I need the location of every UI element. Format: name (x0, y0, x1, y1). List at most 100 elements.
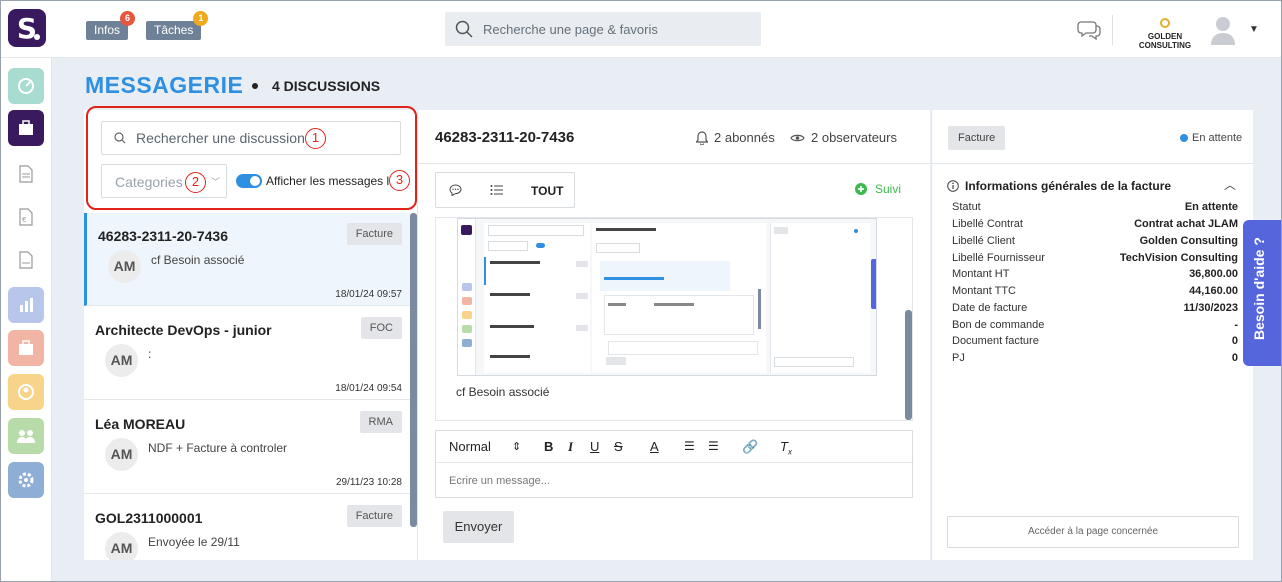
sidebar-settings[interactable] (8, 462, 44, 498)
message-caption: cf Besoin associé (456, 385, 550, 399)
discussion-date: 18/01/24 09:57 (335, 289, 402, 300)
team-icon (17, 430, 35, 443)
discussion-preview: NDF + Facture à controler (148, 441, 288, 455)
info-key: Montant TTC (952, 285, 1016, 297)
help-label: Besoin d'aide ? (1251, 237, 1267, 340)
pdf-icon (19, 251, 33, 269)
app-logo[interactable]: S (8, 9, 46, 47)
bold-icon[interactable]: B (544, 439, 553, 454)
strikethrough-icon[interactable]: S (614, 439, 623, 454)
gear-icon (18, 472, 34, 488)
sidebar-contract[interactable]: € (14, 205, 38, 229)
discussion-tag: Facture (346, 505, 402, 527)
editor-toolbar: Normal ⇕ B I U S A ☰ ☰ 🔗 Tx (436, 431, 914, 463)
info-value: Contrat achat JLAM (1134, 218, 1238, 230)
list-icon[interactable] (490, 184, 504, 196)
message-input[interactable]: Ecrire un message... (449, 475, 550, 487)
status-label: En attente (1192, 132, 1243, 144)
info-row: Montant HT 36,800.00 (952, 268, 1238, 285)
info-value: 0 (1231, 335, 1238, 347)
highlight-box (86, 106, 417, 210)
discussion-preview: Envoyée le 29/11 (148, 535, 240, 549)
discussion-title: Léa MOREAU (95, 416, 186, 432)
sidebar-reports[interactable] (8, 287, 44, 323)
info-value: - (1234, 319, 1238, 331)
send-button[interactable]: Envoyer (443, 511, 514, 543)
taches-button[interactable]: Tâches 1 (146, 11, 209, 40)
ordered-list-icon[interactable]: ☰ (684, 439, 695, 453)
company-logo-icon (1160, 18, 1170, 28)
italic-icon[interactable]: I (568, 439, 573, 455)
discussion-list-scrollbar[interactable] (410, 213, 417, 527)
avatar: AM (105, 438, 138, 471)
format-select[interactable]: Normal (449, 439, 491, 454)
info-value: Golden Consulting (1139, 235, 1238, 247)
info-key: Bon de commande (952, 319, 1045, 331)
info-row: PJ 0 (952, 352, 1238, 369)
taches-badge: 1 (193, 11, 209, 26)
sidebar-profile[interactable] (8, 374, 44, 410)
user-menu-caret-icon[interactable]: ▼ (1249, 24, 1259, 35)
info-row: Bon de commande - (952, 319, 1238, 336)
infos-badge: 6 (120, 11, 136, 26)
message-thread-scrollbar[interactable] (905, 310, 912, 420)
attached-screenshot-image[interactable] (457, 218, 877, 376)
underline-icon[interactable]: U (590, 439, 599, 454)
info-row: Montant TTC 44,160.00 (952, 285, 1238, 302)
global-search-input[interactable]: Recherche une page & favoris (445, 12, 761, 46)
link-icon[interactable]: 🔗 (742, 439, 758, 455)
discussion-item[interactable]: 46283-2311-20-7436 Facture AM cf Besoin … (84, 213, 410, 306)
briefcase-icon (19, 340, 33, 355)
company-switcher[interactable]: GOLDEN CONSULTING (1128, 18, 1202, 50)
bullet-list-icon[interactable]: ☰ (708, 439, 719, 453)
info-key: Date de facture (952, 302, 1028, 314)
text-color-icon[interactable]: A (650, 439, 659, 454)
contract-icon: € (19, 208, 33, 226)
discussion-item[interactable]: Léa MOREAU RMA AM NDF + Facture à contro… (84, 401, 410, 494)
eye-icon (790, 134, 805, 141)
format-select-arrows-icon[interactable]: ⇕ (512, 440, 521, 453)
follow-button[interactable]: Suivi (855, 182, 901, 196)
page-title: MESSAGERIE (85, 72, 244, 98)
discussion-tag: Facture (346, 223, 402, 245)
discussion-title: GOL2311000001 (95, 510, 203, 526)
infos-button[interactable]: Infos 6 (86, 11, 136, 40)
user-icon (18, 384, 34, 400)
sidebar-dashboard[interactable] (8, 68, 44, 104)
company-name: GOLDEN CONSULTING (1138, 32, 1192, 50)
chat-icon[interactable] (1077, 19, 1101, 41)
topbar-divider (1112, 15, 1113, 45)
avatar: AM (108, 250, 141, 283)
info-row: Statut En attente (952, 201, 1238, 218)
svg-text:€: € (22, 216, 26, 224)
access-page-button[interactable]: Accéder à la page concernée (947, 516, 1239, 548)
sidebar-document[interactable] (14, 162, 38, 186)
info-row: Libellé Client Golden Consulting (952, 235, 1238, 252)
info-value: En attente (1184, 201, 1238, 213)
subscribers-label: 2 abonnés (714, 130, 775, 145)
sidebar-team[interactable] (8, 418, 44, 454)
observers-count[interactable]: 2 observateurs (790, 130, 897, 145)
info-icon (947, 180, 959, 192)
sidebar-pdf[interactable] (14, 248, 38, 272)
tab-all[interactable]: TOUT (531, 184, 563, 198)
info-key: PJ (952, 352, 965, 364)
comment-icon[interactable] (449, 184, 462, 196)
info-section-header[interactable]: Informations générales de la facture (947, 179, 1171, 193)
sidebar-messagerie[interactable] (8, 110, 44, 146)
subscribers-count[interactable]: 2 abonnés (696, 130, 775, 145)
sidebar-orders[interactable] (8, 330, 44, 366)
callout-1: 1 (305, 128, 326, 149)
user-avatar[interactable] (1209, 15, 1237, 45)
avatar: AM (105, 344, 138, 377)
info-value: 11/30/2023 (1183, 302, 1238, 314)
discussion-item[interactable]: GOL2311000001 Facture AM Envoyée le 29/1… (84, 495, 410, 560)
clear-format-icon[interactable]: Tx (780, 439, 792, 457)
taches-label: Tâches (154, 23, 194, 37)
discussion-preview: cf Besoin associé (151, 253, 245, 267)
info-row: Document facture 0 (952, 335, 1238, 352)
help-tab[interactable]: Besoin d'aide ? (1243, 220, 1282, 366)
chevron-up-icon[interactable]: ︿ (1224, 176, 1236, 193)
info-section-title: Informations générales de la facture (965, 179, 1172, 193)
discussion-item[interactable]: Architecte DevOps - junior FOC AM : 18/0… (84, 307, 410, 400)
